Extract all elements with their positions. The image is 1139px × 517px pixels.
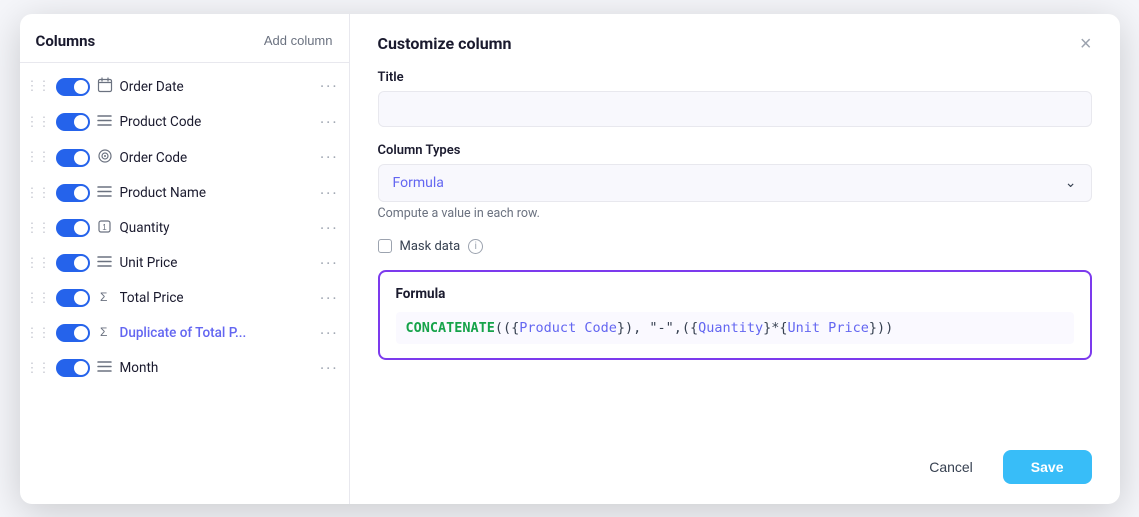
sigma-icon: Σ xyxy=(96,289,114,307)
column-label-total-price: Total Price xyxy=(120,290,314,306)
close-button[interactable]: × xyxy=(1080,34,1092,54)
number-icon: 1 xyxy=(96,219,114,238)
column-label-order-date: Order Date xyxy=(120,79,314,95)
drag-handle[interactable]: ⋮⋮ xyxy=(26,79,50,94)
column-item-unit-price[interactable]: ⋮⋮ Unit Price ··· xyxy=(20,246,349,281)
drag-handle[interactable]: ⋮⋮ xyxy=(26,326,50,341)
toggle-duplicate-total[interactable] xyxy=(56,324,90,342)
column-menu-quantity[interactable]: ··· xyxy=(320,219,339,238)
toggle-total-price[interactable] xyxy=(56,289,90,307)
title-section-label: Title xyxy=(378,70,1092,85)
left-header: Columns Add column xyxy=(20,14,349,63)
svg-text:Σ: Σ xyxy=(100,290,107,303)
compute-hint: Compute a value in each row. xyxy=(378,206,1092,221)
title-section: Title xyxy=(378,70,1092,127)
right-panel-header: Customize column × xyxy=(378,34,1092,54)
formula-field: Product Code xyxy=(519,320,617,336)
column-item-total-price[interactable]: ⋮⋮ Σ Total Price ··· xyxy=(20,281,349,316)
drag-handle[interactable]: ⋮⋮ xyxy=(26,115,50,130)
formula-punctuation: }), "-",({ xyxy=(617,320,698,336)
column-types-section: Column Types Formula ⌄ Compute a value i… xyxy=(378,143,1092,221)
mask-data-checkbox[interactable] xyxy=(378,239,392,253)
column-label-quantity: Quantity xyxy=(120,220,314,236)
column-label-product-name: Product Name xyxy=(120,185,314,201)
column-item-order-code[interactable]: ⋮⋮ Order Code ··· xyxy=(20,140,349,176)
column-item-quantity[interactable]: ⋮⋮ 1 Quantity ··· xyxy=(20,211,349,246)
column-item-product-name[interactable]: ⋮⋮ Product Name ··· xyxy=(20,176,349,211)
column-item-month[interactable]: ⋮⋮ Month ··· xyxy=(20,351,349,386)
toggle-unit-price[interactable] xyxy=(56,254,90,272)
list-icon xyxy=(96,184,114,202)
drag-handle[interactable]: ⋮⋮ xyxy=(26,361,50,376)
footer: Cancel Save xyxy=(378,446,1092,484)
column-menu-total-price[interactable]: ··· xyxy=(320,289,339,308)
toggle-product-code[interactable] xyxy=(56,113,90,131)
formula-field: Quantity xyxy=(698,320,763,336)
toggle-month[interactable] xyxy=(56,359,90,377)
formula-function: CONCATENATE xyxy=(406,320,495,336)
formula-section-label: Formula xyxy=(396,286,1074,302)
column-menu-month[interactable]: ··· xyxy=(320,359,339,378)
cancel-button[interactable]: Cancel xyxy=(911,451,991,483)
drag-handle[interactable]: ⋮⋮ xyxy=(26,150,50,165)
column-menu-duplicate-total[interactable]: ··· xyxy=(320,324,339,343)
formula-punctuation: })) xyxy=(869,320,893,336)
mask-data-label: Mask data xyxy=(400,239,461,254)
column-item-product-code[interactable]: ⋮⋮ Product Code ··· xyxy=(20,105,349,140)
svg-text:Σ: Σ xyxy=(100,325,107,338)
save-button[interactable]: Save xyxy=(1003,450,1092,484)
list-check-icon xyxy=(96,359,114,377)
column-type-dropdown[interactable]: Formula ⌄ xyxy=(378,164,1092,202)
columns-title: Columns xyxy=(36,32,96,50)
formula-punctuation: (({ xyxy=(495,320,519,336)
formula-box: Formula CONCATENATE(({Product Code}), "-… xyxy=(378,270,1092,360)
column-menu-product-code[interactable]: ··· xyxy=(320,113,339,132)
drag-handle[interactable]: ⋮⋮ xyxy=(26,291,50,306)
calendar-icon xyxy=(96,77,114,97)
column-label-duplicate-total: Duplicate of Total P... xyxy=(120,325,314,341)
sigma-icon: Σ xyxy=(96,324,114,342)
column-label-order-code: Order Code xyxy=(120,150,314,166)
drag-handle[interactable]: ⋮⋮ xyxy=(26,256,50,271)
modal: Columns Add column ⋮⋮ Order Date ··· ⋮⋮ Prod… xyxy=(20,14,1120,504)
list-icon xyxy=(96,254,114,272)
toggle-quantity[interactable] xyxy=(56,219,90,237)
column-menu-product-name[interactable]: ··· xyxy=(320,184,339,203)
info-icon[interactable]: i xyxy=(468,239,483,254)
chevron-down-icon: ⌄ xyxy=(1065,175,1077,191)
column-menu-unit-price[interactable]: ··· xyxy=(320,254,339,273)
toggle-order-date[interactable] xyxy=(56,78,90,96)
toggle-product-name[interactable] xyxy=(56,184,90,202)
column-menu-order-date[interactable]: ··· xyxy=(320,77,339,96)
drag-handle[interactable]: ⋮⋮ xyxy=(26,221,50,236)
fingerprint-icon xyxy=(96,148,114,168)
left-panel: Columns Add column ⋮⋮ Order Date ··· ⋮⋮ Prod… xyxy=(20,14,350,504)
title-input[interactable] xyxy=(378,91,1092,127)
mask-row: Mask data i xyxy=(378,239,1092,254)
column-item-duplicate-total[interactable]: ⋮⋮ Σ Duplicate of Total P... ··· xyxy=(20,316,349,351)
list-icon xyxy=(96,113,114,131)
column-label-product-code: Product Code xyxy=(120,114,314,130)
toggle-order-code[interactable] xyxy=(56,149,90,167)
customize-column-title: Customize column xyxy=(378,34,512,53)
column-label-month: Month xyxy=(120,360,314,376)
column-types-label: Column Types xyxy=(378,143,1092,158)
column-type-selected: Formula xyxy=(393,175,444,191)
column-menu-order-code[interactable]: ··· xyxy=(320,148,339,167)
add-column-button[interactable]: Add column xyxy=(264,33,333,48)
column-label-unit-price: Unit Price xyxy=(120,255,314,271)
column-item-order-date[interactable]: ⋮⋮ Order Date ··· xyxy=(20,69,349,105)
drag-handle[interactable]: ⋮⋮ xyxy=(26,186,50,201)
column-list: ⋮⋮ Order Date ··· ⋮⋮ Product Code ··· ⋮⋮ Order … xyxy=(20,63,349,392)
svg-text:1: 1 xyxy=(102,223,107,232)
right-panel: Customize column × Title Column Types Fo… xyxy=(350,14,1120,504)
formula-punctuation: }*{ xyxy=(763,320,787,336)
formula-content[interactable]: CONCATENATE(({Product Code}), "-",({Quan… xyxy=(396,312,1074,344)
formula-field: Unit Price xyxy=(788,320,869,336)
